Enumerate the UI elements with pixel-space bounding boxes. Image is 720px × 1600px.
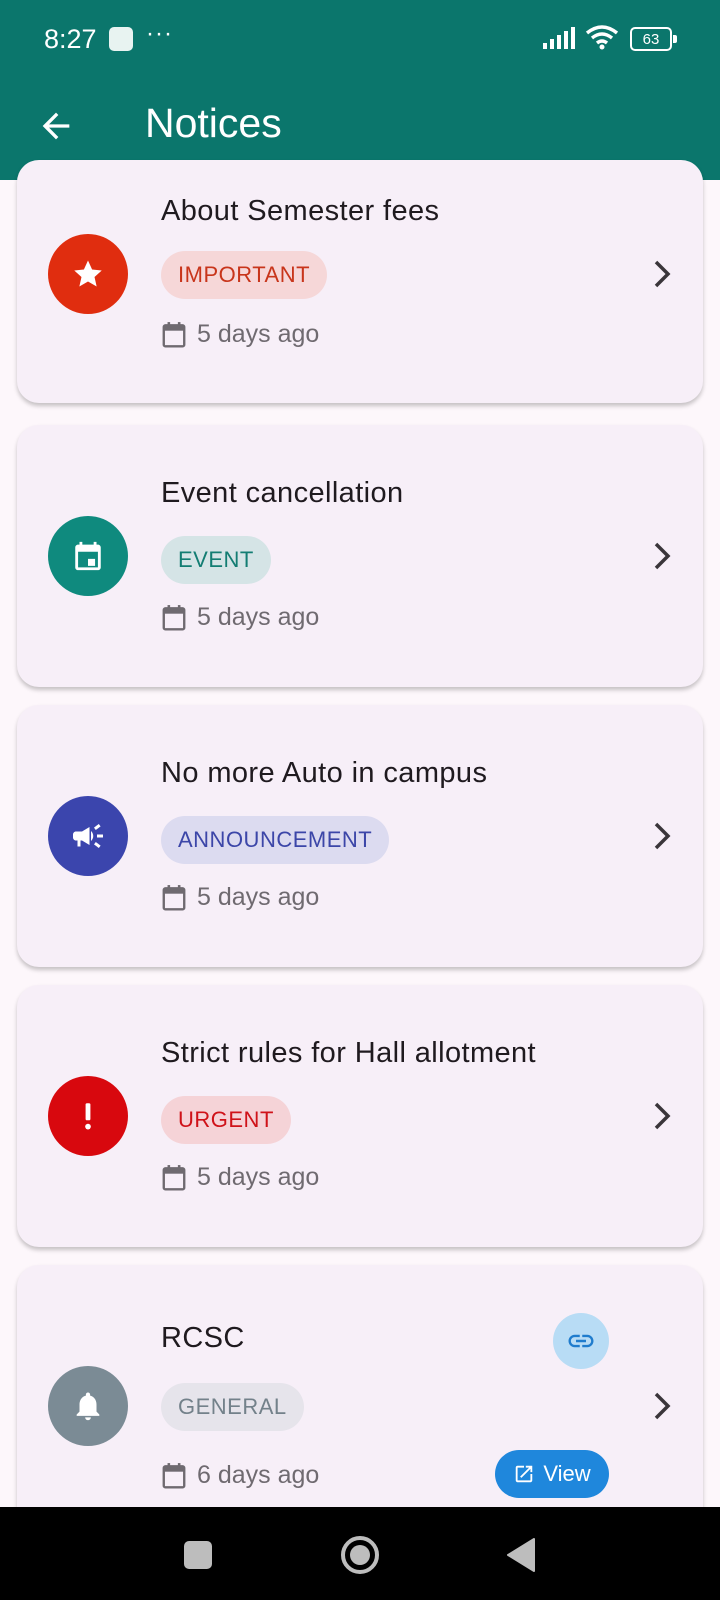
bell-icon [76, 1392, 100, 1421]
notice-date: 5 days ago [161, 883, 319, 912]
battery-level: 63 [642, 30, 660, 48]
link-icon [568, 1334, 594, 1348]
star-icon [74, 260, 102, 287]
calendar-icon [162, 1462, 186, 1488]
view-label: View [543, 1461, 591, 1486]
chevron-right-icon [654, 822, 671, 850]
status-bar: 8:27 ··· 63 [0, 0, 720, 78]
category-badge: IMPORTANT [161, 251, 328, 299]
notice-avatar [48, 796, 128, 876]
calendar-icon [162, 1164, 186, 1190]
notice-date: 6 days ago [161, 1461, 319, 1490]
recents-button[interactable] [184, 1541, 212, 1569]
category-badge: EVENT [161, 536, 271, 584]
notice-avatar [48, 516, 128, 596]
event-icon [75, 541, 101, 571]
notice-avatar [48, 234, 128, 314]
notice-avatar [48, 1076, 128, 1156]
chevron-right-icon [654, 260, 671, 288]
link-button[interactable] [553, 1313, 609, 1369]
notification-icon [109, 27, 133, 51]
view-button[interactable]: View [495, 1450, 609, 1498]
date-text: 5 days ago [197, 320, 320, 348]
chevron-right-icon [654, 542, 671, 570]
notice-date: 5 days ago [161, 1163, 319, 1192]
wifi-icon [585, 25, 619, 50]
notice-date: 5 days ago [161, 320, 319, 349]
category-badge: URGENT [161, 1096, 291, 1144]
notice-card[interactable]: No more Auto in campus ANNOUNCEMENT 5 da… [17, 705, 703, 967]
date-text: 5 days ago [197, 883, 320, 911]
more-notifications-icon: ··· [146, 20, 173, 47]
notice-card[interactable]: Event cancellation EVENT 5 days ago [17, 425, 703, 687]
notice-title: About Semester fees [161, 195, 440, 227]
status-time: 8:27 [44, 24, 97, 54]
home-button[interactable] [340, 1535, 380, 1575]
system-nav-bar [0, 1507, 720, 1600]
chevron-right-icon [654, 1392, 671, 1420]
calendar-icon [162, 884, 186, 910]
priority-icon [85, 1103, 91, 1130]
notice-avatar [48, 1366, 128, 1446]
notice-title: Event cancellation [161, 477, 404, 509]
back-button[interactable] [506, 1537, 536, 1573]
signal-icon [543, 27, 575, 49]
page-title: Notices [145, 100, 282, 146]
campaign-icon [73, 824, 103, 848]
calendar-icon [162, 604, 186, 630]
notice-title: RCSC [161, 1322, 245, 1354]
notice-card[interactable]: Strict rules for Hall allotment URGENT 5… [17, 985, 703, 1247]
open-in-new-icon [516, 1465, 533, 1483]
calendar-icon [162, 321, 186, 347]
category-badge: GENERAL [161, 1383, 304, 1431]
notice-date: 5 days ago [161, 603, 319, 632]
category-badge: ANNOUNCEMENT [161, 816, 390, 864]
notice-title: No more Auto in campus [161, 757, 488, 789]
date-text: 5 days ago [197, 603, 320, 631]
date-text: 5 days ago [197, 1163, 320, 1191]
notice-card[interactable]: About Semester fees IMPORTANT 5 days ago [17, 160, 703, 403]
date-text: 6 days ago [197, 1461, 320, 1489]
battery-icon: 63 [630, 27, 677, 51]
arrow-back-icon[interactable] [36, 106, 76, 146]
notice-title: Strict rules for Hall allotment [161, 1037, 537, 1069]
chevron-right-icon [654, 1102, 671, 1130]
